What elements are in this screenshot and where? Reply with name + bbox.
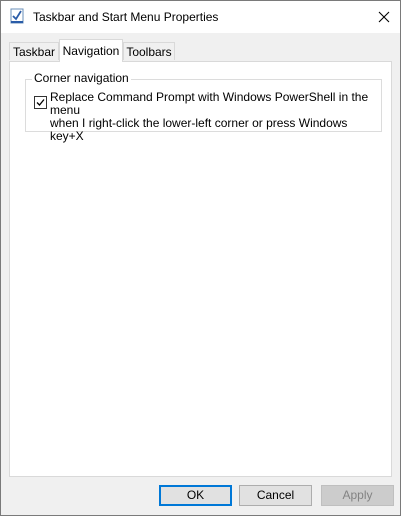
navigation-tab-panel: Corner navigation Replace Command Prompt… [9,61,392,477]
checkmark-icon [36,99,45,106]
powershell-option-label[interactable]: Replace Command Prompt with Windows Powe… [50,91,380,143]
ok-button[interactable]: OK [159,485,232,506]
cancel-button[interactable]: Cancel [239,485,312,506]
window-title: Taskbar and Start Menu Properties [33,10,219,24]
corner-navigation-group: Corner navigation Replace Command Prompt… [25,71,382,143]
corner-navigation-label: Corner navigation [32,71,131,85]
close-button[interactable] [368,1,400,33]
apply-button[interactable]: Apply [321,485,394,506]
tab-toolbars[interactable]: Toolbars [123,42,175,60]
powershell-checkbox[interactable] [34,96,47,109]
title-bar[interactable]: Taskbar and Start Menu Properties [1,1,400,33]
close-icon [378,11,390,23]
tab-taskbar[interactable]: Taskbar [9,42,59,60]
powershell-option-line2: when I right-click the lower-left corner… [50,116,348,143]
taskbar-properties-dialog: Taskbar and Start Menu Properties Taskba… [0,0,401,516]
taskbar-properties-icon [10,8,24,24]
powershell-option-line1: Replace Command Prompt with Windows Powe… [50,90,369,117]
tab-navigation[interactable]: Navigation [59,39,123,62]
